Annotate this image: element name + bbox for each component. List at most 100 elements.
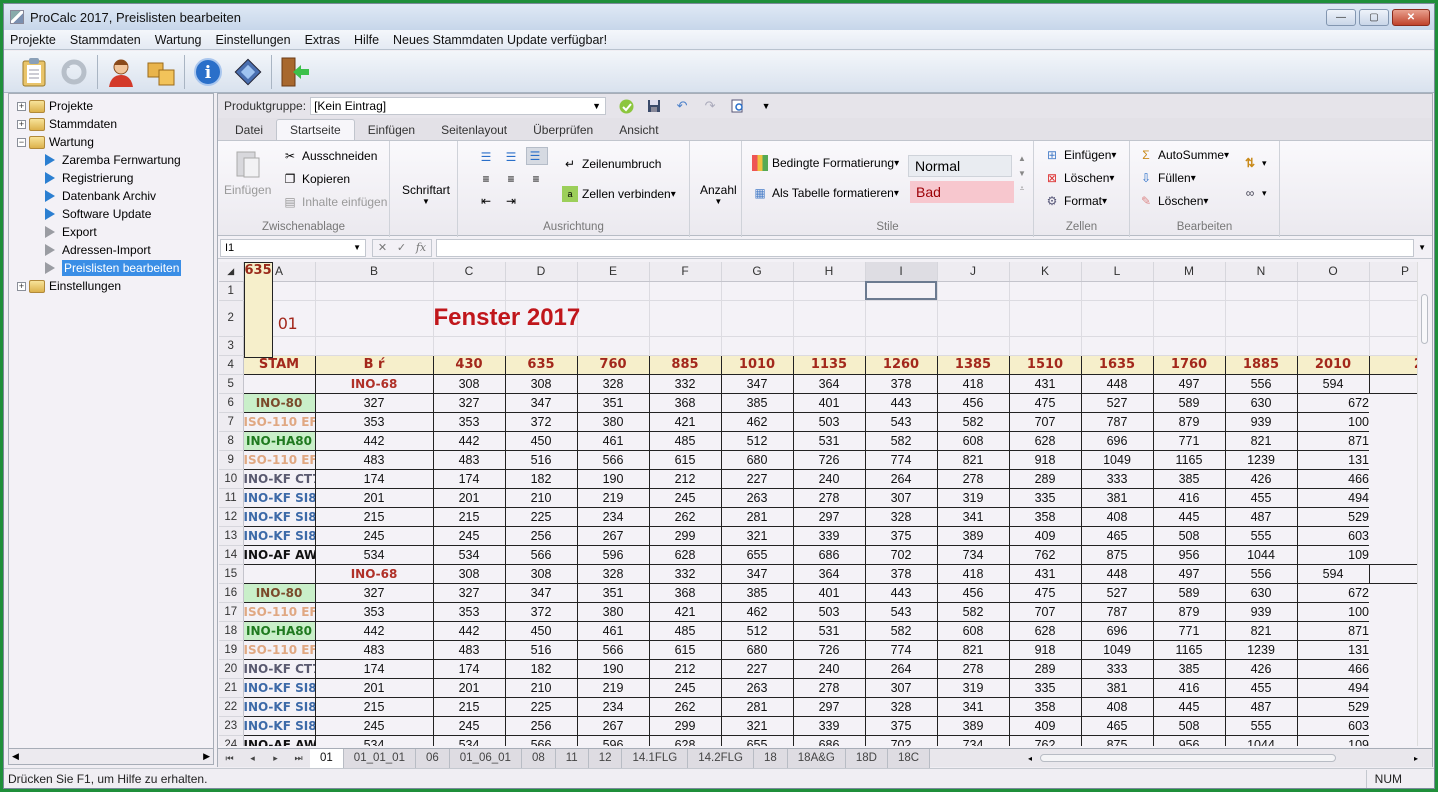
price-cell[interactable]: 278 — [937, 659, 1009, 678]
conditional-formatting-button[interactable]: Bedingte Formatierung — [752, 155, 899, 171]
price-cell[interactable]: 879 — [1153, 602, 1225, 621]
price-cell[interactable]: 939 — [1225, 602, 1297, 621]
price-cell[interactable]: 594 — [1297, 374, 1369, 393]
align-left-button[interactable]: ≡ — [478, 171, 498, 187]
price-cell[interactable]: 594 — [1297, 564, 1369, 583]
price-cell[interactable]: 347 — [505, 393, 577, 412]
price-cell[interactable]: 215 — [315, 697, 433, 716]
row-header[interactable]: 5 — [219, 374, 243, 393]
price-cell[interactable]: 466 — [1297, 659, 1369, 678]
price-cell[interactable]: 215 — [315, 507, 433, 526]
price-cell[interactable]: 485 — [649, 431, 721, 450]
price-cell[interactable]: 448 — [1081, 564, 1153, 583]
price-cell[interactable]: 328 — [865, 697, 937, 716]
sheet-tab-18d[interactable]: 18D — [846, 749, 888, 768]
price-cell[interactable]: 409 — [1009, 716, 1081, 735]
price-cell[interactable]: 566 — [577, 640, 649, 659]
price-cell[interactable]: 1165 — [1153, 640, 1225, 659]
price-cell[interactable]: 707 — [1009, 412, 1081, 431]
header-width[interactable]: 1510 — [1009, 355, 1081, 374]
active-cell[interactable] — [865, 281, 937, 300]
price-cell[interactable]: 494 — [1297, 678, 1369, 697]
header-width[interactable]: 2010 — [1297, 355, 1369, 374]
first-sheet-icon[interactable]: ⏮ — [218, 753, 241, 764]
column-header-f[interactable]: F — [649, 262, 721, 281]
cell[interactable] — [1009, 300, 1081, 336]
price-cell[interactable]: 319 — [937, 488, 1009, 507]
cell[interactable] — [433, 336, 505, 355]
price-cell[interactable]: 245 — [649, 678, 721, 697]
sheet-tab-18a-g[interactable]: 18A&G — [788, 749, 846, 768]
cell[interactable] — [1369, 281, 1417, 300]
sort-filter-button[interactable]: ⇅▾ — [1242, 155, 1267, 171]
cell[interactable] — [1009, 281, 1081, 300]
product-name-cell[interactable]: ISO-110 EF PLUS — [243, 450, 315, 469]
price-cell[interactable]: 821 — [937, 640, 1009, 659]
sheet-tab-08[interactable]: 08 — [522, 749, 556, 768]
fill-button[interactable]: ⇩Füllen — [1138, 170, 1196, 186]
row-header[interactable]: 23 — [219, 716, 243, 735]
price-cell[interactable]: 534 — [315, 545, 433, 564]
sheet-tab-18c[interactable]: 18C — [888, 749, 930, 768]
tree-item-export[interactable]: Export — [45, 223, 97, 241]
price-cell[interactable]: 240 — [793, 469, 865, 488]
price-cell[interactable]: 556 — [1225, 564, 1297, 583]
column-header-m[interactable]: M — [1153, 262, 1225, 281]
price-cell[interactable]: 1049 — [1081, 640, 1153, 659]
price-cell[interactable]: 543 — [865, 412, 937, 431]
price-cell[interactable]: 245 — [315, 716, 433, 735]
column-header-d[interactable]: D — [505, 262, 577, 281]
price-cell[interactable]: 321 — [721, 716, 793, 735]
copy-button[interactable]: ❐Kopieren — [282, 171, 350, 187]
price-cell[interactable]: 529 — [1297, 507, 1369, 526]
price-cell[interactable]: 227 — [721, 659, 793, 678]
price-cell[interactable]: 416 — [1153, 678, 1225, 697]
info-button[interactable]: i — [192, 56, 224, 88]
cell[interactable] — [1081, 336, 1153, 355]
price-cell[interactable]: 534 — [433, 545, 505, 564]
price-cell[interactable]: 487 — [1225, 507, 1297, 526]
price-cell[interactable]: 262 — [649, 507, 721, 526]
price-cell[interactable]: 341 — [937, 697, 1009, 716]
price-cell[interactable]: 385 — [721, 583, 793, 602]
boxes-button[interactable] — [145, 56, 177, 88]
cell[interactable] — [649, 281, 721, 300]
row-header[interactable]: 13 — [219, 526, 243, 545]
price-cell[interactable]: 333 — [1081, 659, 1153, 678]
price-cell[interactable]: 408 — [1081, 507, 1153, 526]
row-header[interactable]: 10 — [219, 469, 243, 488]
cell[interactable] — [433, 281, 505, 300]
price-cell[interactable]: 516 — [505, 450, 577, 469]
price-cell[interactable]: 234 — [577, 507, 649, 526]
paste-special-button[interactable]: ▤Inhalte einfügen — [282, 194, 387, 210]
price-cell[interactable]: 364 — [793, 564, 865, 583]
price-cell[interactable]: 328 — [577, 564, 649, 583]
price-cell[interactable]: 307 — [865, 678, 937, 697]
price-cell[interactable]: 364 — [793, 374, 865, 393]
price-cell[interactable]: 378 — [865, 564, 937, 583]
price-cell[interactable]: 219 — [577, 488, 649, 507]
price-cell[interactable]: 289 — [1009, 659, 1081, 678]
price-cell[interactable]: 100 — [1297, 412, 1369, 431]
price-cell[interactable]: 702 — [865, 735, 937, 746]
print-preview-button[interactable] — [730, 98, 746, 114]
price-cell[interactable]: 608 — [937, 621, 1009, 640]
style-bad[interactable]: Bad — [910, 181, 1014, 203]
price-cell[interactable]: 431 — [1009, 564, 1081, 583]
price-cell[interactable]: 339 — [793, 526, 865, 545]
price-cell[interactable]: 483 — [433, 640, 505, 659]
header-width[interactable]: 1260 — [865, 355, 937, 374]
price-cell[interactable]: 418 — [937, 564, 1009, 583]
redo-button[interactable]: ↷ — [702, 98, 718, 114]
product-name-cell[interactable]: ISO-110 EF — [243, 602, 315, 621]
price-cell[interactable]: 380 — [577, 602, 649, 621]
price-cell[interactable]: 332 — [649, 374, 721, 393]
cell[interactable] — [1225, 336, 1297, 355]
price-cell[interactable]: 531 — [793, 431, 865, 450]
undo-button[interactable]: ↶ — [674, 98, 690, 114]
cell[interactable] — [1297, 281, 1369, 300]
price-cell[interactable]: 308 — [433, 374, 505, 393]
cell[interactable] — [577, 281, 649, 300]
price-cell[interactable]: 201 — [433, 678, 505, 697]
price-cell[interactable]: 351 — [577, 393, 649, 412]
